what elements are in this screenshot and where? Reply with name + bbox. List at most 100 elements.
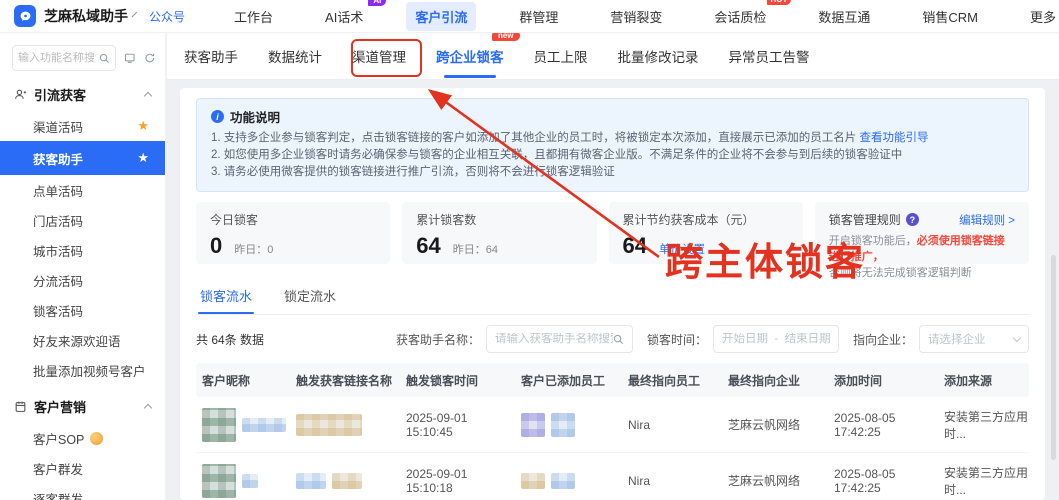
record-count: 共 64条 数据 <box>196 331 264 348</box>
notice-line-1: 1. 支持多企业参与锁客判定，点击锁客链接的客户如添加了其他企业的员工时，将被锁… <box>211 130 1014 147</box>
tab-acquisition-assistant[interactable]: 获客助手 <box>184 40 238 72</box>
sidebar-item-friend-welcome[interactable]: 好友来源欢迎语 <box>0 325 165 355</box>
sidebar-item-customer-broadcast[interactable]: 客户群发 <box>0 453 165 483</box>
col-add-source: 添加来源 <box>938 372 1029 389</box>
filter-label: 锁客时间： <box>647 331 707 348</box>
history-icon[interactable] <box>144 51 156 65</box>
brand-title: 芝麻私域助手 <box>44 6 128 26</box>
final-company: 芝麻云帆网络 <box>722 416 828 433</box>
section-title: 引流获客 <box>34 85 86 104</box>
subtab-locked-flow[interactable]: 锁定流水 <box>282 280 338 314</box>
tab-channel-management[interactable]: 渠道管理 <box>352 40 406 72</box>
added-staff-blur <box>521 413 545 437</box>
sidebar-item-lock-code[interactable]: 锁客活码 <box>0 295 165 325</box>
function-search-input[interactable] <box>18 52 96 64</box>
filter-target-company: 指向企业： 请选择企业 <box>853 325 1029 353</box>
sidebar-section-acquisition[interactable]: 引流获客 <box>0 77 165 111</box>
tab-cross-enterprise-lock[interactable]: 跨企业锁客new <box>436 40 504 72</box>
added-staff-blur <box>521 473 545 489</box>
nav-more[interactable]: 更多 <box>1021 2 1059 31</box>
function-search-box[interactable] <box>12 45 116 71</box>
sidebar-section-marketing[interactable]: 客户营销 <box>0 389 165 423</box>
trigger-lock-time: 2025-09-01 15:10:45 <box>400 411 515 439</box>
date-range-picker[interactable] <box>713 325 839 353</box>
nav-sales-crm[interactable]: 销售CRM <box>913 2 987 31</box>
nav-workbench[interactable]: 工作台 <box>225 2 282 31</box>
nav-chat-inspection[interactable]: 会话质检HOT <box>705 2 775 31</box>
nav-group-management[interactable]: 群管理 <box>510 2 567 31</box>
customer-nickname-blur <box>242 418 286 432</box>
select-placeholder: 请选择企业 <box>928 331 986 347</box>
filter-assistant-name: 获客助手名称： <box>396 325 633 353</box>
question-badge-icon[interactable]: ? <box>906 213 919 226</box>
table-header-row: 客户昵称 触发获客链接名称 触发锁客时间 客户已添加员工 最终指向员工 最终指向… <box>196 363 1029 397</box>
table-row[interactable]: 2025-09-01 15:10:18 Nira 芝麻云帆网络 2025-08-… <box>196 453 1029 500</box>
sidebar-item-batch-video-customer[interactable]: 批量添加视频号客户 <box>0 355 165 385</box>
notice-line-2: 2. 如您使用多企业锁客时请务必确保参与锁客的企业相互关联，且都拥有微客企业版。… <box>211 147 1014 164</box>
link-name-blur <box>296 473 326 489</box>
unit-price-setting-link[interactable]: 单价设置 <box>659 241 705 257</box>
tab-staff-limit[interactable]: 员工上限 <box>534 40 588 72</box>
chevron-down-icon <box>1013 333 1021 341</box>
nav-ai-scripts[interactable]: AI话术AI <box>316 2 372 31</box>
calendar-icon <box>14 400 27 413</box>
tab-abnormal-staff-alert[interactable]: 异常员工告警 <box>729 40 810 72</box>
sidebar-item-customer-sop[interactable]: 客户SOP <box>0 423 165 453</box>
section-title: 客户营销 <box>34 397 86 416</box>
filter-bar: 共 64条 数据 获客助手名称： 锁客时间： 指向企业： 请选择企业 <box>196 325 1029 353</box>
info-icon: i <box>211 110 224 123</box>
sidebar-search-row <box>12 45 155 71</box>
sidebar-item-store-code[interactable]: 门店活码 <box>0 205 165 235</box>
nav-data-interchange[interactable]: 数据互通 <box>809 2 879 31</box>
assistant-name-input[interactable] <box>495 333 613 345</box>
vertical-scrollbar[interactable] <box>1051 255 1056 460</box>
tab-data-statistics[interactable]: 数据统计 <box>268 40 322 72</box>
sidebar-item-chase-broadcast[interactable]: 逐客群发 <box>0 483 165 500</box>
filter-label: 获客助手名称： <box>396 331 480 348</box>
top-navigation-bar: 芝麻私域助手 公众号 工作台 AI话术AI 客户引流 群管理 营销裂变 会话质检… <box>0 0 1059 33</box>
collapse-panel-icon[interactable] <box>124 51 136 65</box>
feature-guide-link[interactable]: 查看功能引导 <box>859 132 928 144</box>
stats-row: 今日锁客 0昨日：0 累计锁客数 64昨日：64 累计节约获客成本（元） 64单… <box>196 202 1029 264</box>
primary-nav: 工作台 AI话术AI 客户引流 群管理 营销裂变 会话质检HOT 数据互通 销售… <box>225 2 1059 31</box>
public-account-link[interactable]: 公众号 <box>149 8 185 25</box>
edit-rules-link[interactable]: 编辑规则 > <box>959 212 1015 228</box>
stat-yesterday: 昨日：64 <box>453 241 498 257</box>
company-select[interactable]: 请选择企业 <box>919 325 1029 353</box>
filter-lock-time: 锁客时间： <box>647 325 839 353</box>
table-row[interactable]: 2025-09-01 15:10:45 Nira 芝麻云帆网络 2025-08-… <box>196 397 1029 453</box>
sidebar-item-split-code[interactable]: 分流活码 <box>0 265 165 295</box>
subtab-lock-flow[interactable]: 锁客流水 <box>198 280 254 314</box>
search-icon <box>99 53 110 64</box>
date-range-input[interactable] <box>722 333 830 345</box>
col-final-staff: 最终指向员工 <box>622 372 722 389</box>
stat-card-today-locked: 今日锁客 0昨日：0 <box>196 202 390 264</box>
person-icon <box>14 88 27 101</box>
sidebar-item-city-code[interactable]: 城市活码 <box>0 235 165 265</box>
star-icon[interactable]: ★ <box>137 150 149 166</box>
nav-customer-acquisition[interactable]: 客户引流 <box>406 2 476 31</box>
star-icon[interactable]: ★ <box>137 118 149 134</box>
add-time: 2025-08-05 17:42:25 <box>828 467 938 495</box>
sidebar-item-order-code[interactable]: 点单活码 <box>0 175 165 205</box>
tab-batch-modify-records[interactable]: 批量修改记录 <box>618 40 699 72</box>
col-trigger-lock-time: 触发锁客时间 <box>400 372 515 389</box>
sidebar-item-channel-code[interactable]: 渠道活码★ <box>0 111 165 141</box>
chevron-up-icon <box>144 91 152 99</box>
stat-value: 64 <box>416 233 440 259</box>
assistant-name-search-box[interactable] <box>486 325 633 353</box>
brand-caret-icon[interactable] <box>132 12 138 18</box>
sidebar: 引流获客 渠道活码★ 获客助手★ 点单活码 门店活码 城市活码 分流活码 锁客活… <box>0 33 166 500</box>
col-added-staff: 客户已添加员工 <box>515 372 622 389</box>
page-tabstrip: 获客助手 数据统计 渠道管理 跨企业锁客new 员工上限 批量修改记录 异常员工… <box>167 33 1059 80</box>
main-content-card: i 功能说明 1. 支持多企业参与锁客判定，点击锁客链接的客户如添加了其他企业的… <box>180 88 1045 500</box>
col-trigger-link-name: 触发获客链接名称 <box>290 372 400 389</box>
chevron-up-icon <box>144 403 152 411</box>
sidebar-item-acquisition-assistant[interactable]: 获客助手★ <box>0 141 165 175</box>
nav-marketing-fission[interactable]: 营销裂变 <box>601 2 671 31</box>
app-window: 芝麻私域助手 公众号 工作台 AI话术AI 客户引流 群管理 营销裂变 会话质检… <box>0 0 1059 500</box>
link-name-blur <box>296 414 362 436</box>
customer-nickname-blur <box>242 474 258 488</box>
stat-label: 累计节约获客成本（元） <box>623 211 789 228</box>
col-final-company: 最终指向企业 <box>722 372 828 389</box>
